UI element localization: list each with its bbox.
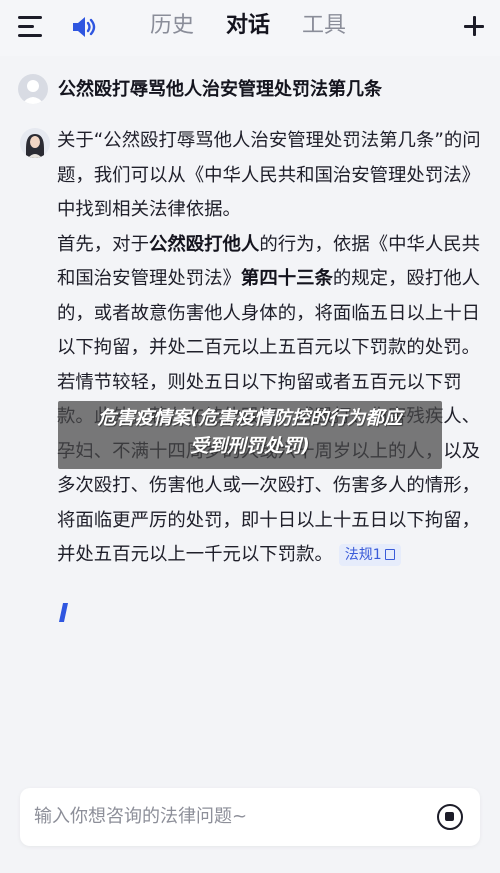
user-avatar — [18, 74, 48, 104]
law-reference-tag[interactable]: 法规1 — [338, 544, 401, 566]
law-reference-label: 法规1 — [344, 547, 382, 563]
watermark-text: 危害疫情案(危害疫情防控的行为都应 受到刑罚处罚) — [58, 405, 442, 461]
answer-paragraph-intro: 关于“公然殴打辱骂他人治安管理处罚法第几条”的问题，我们可以从《中华人民共和国治… — [57, 130, 481, 220]
answer-bold-article: 第四十三条 — [240, 268, 333, 289]
speaker-icon[interactable] — [70, 14, 98, 40]
assistant-avatar — [20, 128, 50, 158]
watermark-line: 危害疫情案(危害疫情防控的行为都应 — [97, 408, 403, 429]
assistant-avatar-icon — [26, 134, 44, 158]
answer-text: 首先，对于 — [57, 233, 149, 255]
user-message: 公然殴打辱骂他人治安管理处罚法第几条 — [18, 74, 488, 110]
answer-paragraph-main: 首先，对于公然殴打他人的行为，依据《中华人民共和国治安管理处罚法》第四十三条的规… — [57, 228, 482, 573]
plus-icon[interactable] — [462, 14, 486, 38]
typing-cursor — [58, 603, 69, 622]
question-input[interactable]: 输入你想咨询的法律问题~ — [34, 804, 247, 830]
menu-icon[interactable] — [18, 16, 44, 38]
stop-icon[interactable] — [437, 804, 463, 830]
tab-history[interactable]: 历史 — [150, 8, 194, 44]
top-bar: 历史 对话 工具 — [0, 0, 500, 56]
answer-bold-text: 公然殴打他人 — [148, 233, 260, 255]
watermark-banner: 危害疫情案(危害疫情防控的行为都应 受到刑罚处罚) — [58, 401, 442, 469]
user-avatar-icon — [22, 80, 44, 104]
tab-chat[interactable]: 对话 — [226, 8, 270, 44]
user-question-text: 公然殴打辱骂他人治安管理处罚法第几条 — [58, 79, 382, 100]
book-icon — [384, 549, 395, 560]
tab-bar: 历史 对话 工具 — [150, 8, 378, 44]
assistant-answer: 关于“公然殴打辱骂他人治安管理处罚法第几条”的问题，我们可以从《中华人民共和国治… — [57, 124, 482, 573]
question-input-bar[interactable]: 输入你想咨询的法律问题~ — [20, 788, 480, 846]
watermark-line: 受到刑罚处罚) — [190, 436, 310, 457]
tab-tools[interactable]: 工具 — [302, 8, 346, 44]
